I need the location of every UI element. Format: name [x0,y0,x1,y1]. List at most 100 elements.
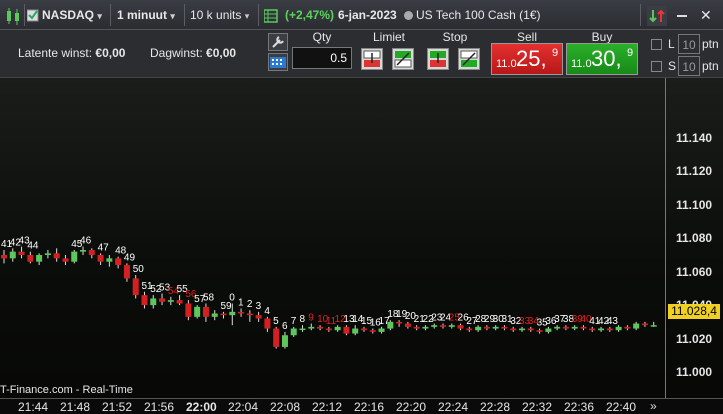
y-tick-label: 11.120 [676,164,713,179]
l-points-input[interactable]: 10 [678,34,700,54]
day-profit-label: Dagwinst: €0,00 [150,46,237,60]
check-icon[interactable] [26,0,39,30]
minimize-icon[interactable] [677,0,687,30]
candle-count-label: 2 [247,299,253,310]
stop-sell-icon[interactable] [458,48,480,70]
s-label: S [668,59,677,73]
y-tick-label: 11.060 [676,264,713,279]
candle-body [1,255,7,259]
l-checkbox[interactable] [651,39,662,50]
wrench-icon[interactable] [268,33,288,51]
candle-count-label: 5 [273,316,279,327]
units-selector[interactable]: 10 k units ▾ [190,0,249,30]
candle-body [229,311,236,316]
sell-button[interactable]: 11.0 25, 9 [491,43,563,75]
symbol-selector[interactable]: NASDAQ ▾ [42,0,102,30]
candle-body [273,328,280,347]
candle-body [308,326,315,329]
instrument-name: US Tech 100 Cash (1€) [416,8,541,22]
candle-body [562,326,569,329]
candle-body [554,326,561,329]
l-label: L [668,37,675,51]
candle-body [650,325,657,327]
date-label: 6-jan-2023 [338,8,397,22]
candle-body [527,328,534,331]
candle-body [53,253,60,259]
candle-body [624,326,631,329]
candle-count-label: 47 [98,242,110,253]
candle-count-label: 7 [291,316,297,327]
candle-body [466,328,473,331]
x-tick-label: 21:44 [18,400,49,414]
toolbar: NASDAQ ▾ 1 minuut ▾ 10 k units ▾ (+2,47%… [0,0,723,30]
candle-body [150,298,157,306]
x-tick-label: 22:32 [522,400,553,414]
candle-count-label: 58 [203,292,215,303]
latent-profit-label: Latente winst: €0,00 [18,46,126,60]
y-tick-label: 11.080 [676,231,713,246]
refresh-icon[interactable] [647,0,667,30]
candle-body [483,326,490,329]
candle-body [211,313,218,317]
candle-body [185,303,192,317]
candle-body [369,330,376,332]
candle-body [510,328,517,331]
candle-body [290,328,297,336]
candle-count-label: 43 [607,316,619,327]
candle-body [106,258,113,262]
candle-count-label: 4 [264,306,270,317]
buy-button[interactable]: 11.0 30, 9 [566,43,638,75]
candle-body [18,251,25,255]
candle-body [404,323,411,327]
candle-body [352,328,359,334]
candle-body [202,306,209,317]
x-tick-label: 22:36 [564,400,595,414]
candle-body [431,325,438,327]
trading-panel: Latente winst: €0,00 Dagwinst: €0,00 Qty… [0,30,723,78]
stop-buy-icon[interactable] [427,48,449,70]
limit-sell-icon[interactable] [392,48,414,70]
current-price-box: 11.028,4 [668,304,720,319]
candle-body [255,315,262,319]
candle-body [422,326,429,329]
candle-body [299,328,306,331]
grid-icon[interactable] [263,0,278,30]
s-checkbox[interactable] [651,61,662,72]
change-percent: (+2,47%) [285,8,335,22]
keypad-icon[interactable] [268,53,288,71]
candle-body [475,326,482,331]
candle-body [132,278,139,296]
candle-body [440,325,446,327]
candle-count-label: 9 [308,313,314,324]
l-ptn-label: ptn [702,37,719,51]
candle-body [641,323,648,326]
scroll-right-icon[interactable]: » [650,399,657,413]
close-icon[interactable]: ✕ [700,0,712,30]
watermark: T-Finance.com - Real-Time [0,384,133,396]
candle-body [97,255,104,262]
x-tick-label: 22:28 [480,400,511,414]
qty-label: Qty [312,30,332,44]
candle-body [71,251,78,262]
timeframe-selector[interactable]: 1 minuut ▾ [117,0,175,30]
candle-count-label: 50 [133,264,145,275]
candle-body [545,328,552,332]
s-points-input[interactable]: 10 [678,56,700,76]
candle-body [264,318,271,329]
candle-body [536,330,543,332]
candle-body [9,251,16,259]
status-dot-icon [404,0,413,30]
candlestick-icon[interactable] [4,0,22,30]
candle-body [281,335,288,347]
candle-count-label: 46 [80,236,92,247]
y-tick-label: 11.000 [676,365,713,379]
candle-count-label: 0 [229,292,235,303]
limit-buy-icon[interactable] [361,48,383,70]
candle-body [88,249,95,255]
x-tick-label: 22:40 [606,400,637,414]
qty-input[interactable]: 0.5 [292,47,352,69]
candle-body [378,328,385,332]
candle-body [501,326,508,329]
candle-count-label: 49 [124,252,136,263]
x-tick-label: 21:52 [102,400,133,414]
